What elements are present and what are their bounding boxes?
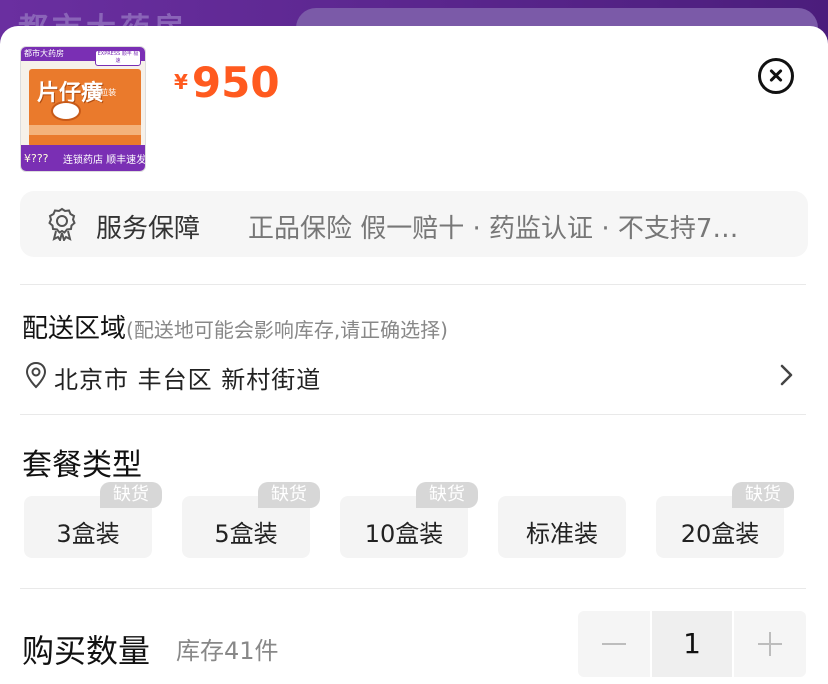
thumb-bottom-bar: ¥??? 连锁药店 顺丰速发 [21,145,146,171]
package-option-label: 3盒装 [56,520,120,548]
out-of-stock-badge: 缺货 [416,482,478,508]
thumb-tag: 连锁药店 顺丰速发 [63,155,146,166]
service-guarantee-row[interactable]: 服务保障 正品保险 假一赔十 · 药监认证 · 不支持7… [20,191,808,257]
service-text: 正品保险 假一赔十 · 药监认证 · 不支持7… [248,214,739,244]
package-option-5[interactable]: 5盒装 缺货 [182,482,320,558]
out-of-stock-badge: 缺货 [732,482,794,508]
delivery-title-text: 配送区域 [22,314,127,344]
quantity-stepper[interactable]: 1 [578,611,806,677]
delivery-hint: (配送地可能会影响库存,请正确选择) [126,318,448,342]
chevron-right-icon[interactable] [776,364,796,386]
package-option-3[interactable]: 3盒装 缺货 [24,482,162,558]
divider [20,414,806,415]
delivery-location[interactable]: 北京市 丰台区 新村街道 [54,360,321,395]
package-option-label: 5盒装 [214,520,278,548]
package-option-10[interactable]: 10盒装 缺货 [340,482,478,558]
package-type-title: 套餐类型 [22,448,142,483]
out-of-stock-badge: 缺货 [258,482,320,508]
thumb-price: ¥??? [24,152,49,165]
divider [20,588,806,589]
quantity-input[interactable]: 1 [652,611,732,677]
thumb-store-label: 都市大药房 [24,49,64,58]
package-option-label: 10盒装 [364,520,444,548]
currency-symbol: ¥ [174,70,188,94]
service-label: 服务保障 [96,214,201,244]
package-option-label: 20盒装 [680,520,760,548]
sku-selector-sheet: 都市大药房 EXPRESS 顺丰 极速 片仔癀 1粒装 ¥??? 连锁药店 顺丰… [0,26,828,684]
price-value: 950 [191,58,280,107]
thumb-product-sub: 1粒装 [95,88,117,97]
product-price: ¥950 [174,58,280,107]
close-icon[interactable] [758,58,794,94]
package-option-label: 标准装 [526,520,598,548]
decrease-button[interactable] [578,611,650,677]
product-thumbnail[interactable]: 都市大药房 EXPRESS 顺丰 极速 片仔癀 1粒装 ¥??? 连锁药店 顺丰… [20,46,146,172]
increase-button[interactable] [734,611,806,677]
location-pin-icon [25,361,47,389]
product-box-image: 片仔癀 1粒装 [29,69,141,147]
out-of-stock-badge: 缺货 [100,482,162,508]
quantity-title: 购买数量 [22,632,151,670]
box-stripe [29,125,141,135]
package-option-20[interactable]: 20盒装 缺货 [656,482,794,558]
award-badge-icon [48,207,76,241]
express-badge: EXPRESS 顺丰 极速 [95,50,141,66]
divider [20,284,806,285]
package-option-standard[interactable]: 标准装 [498,496,626,558]
delivery-area-title: 配送区域(配送地可能会影响库存,请正确选择) [22,308,448,345]
box-emblem [51,101,81,121]
stock-count: 库存41件 [176,637,279,665]
